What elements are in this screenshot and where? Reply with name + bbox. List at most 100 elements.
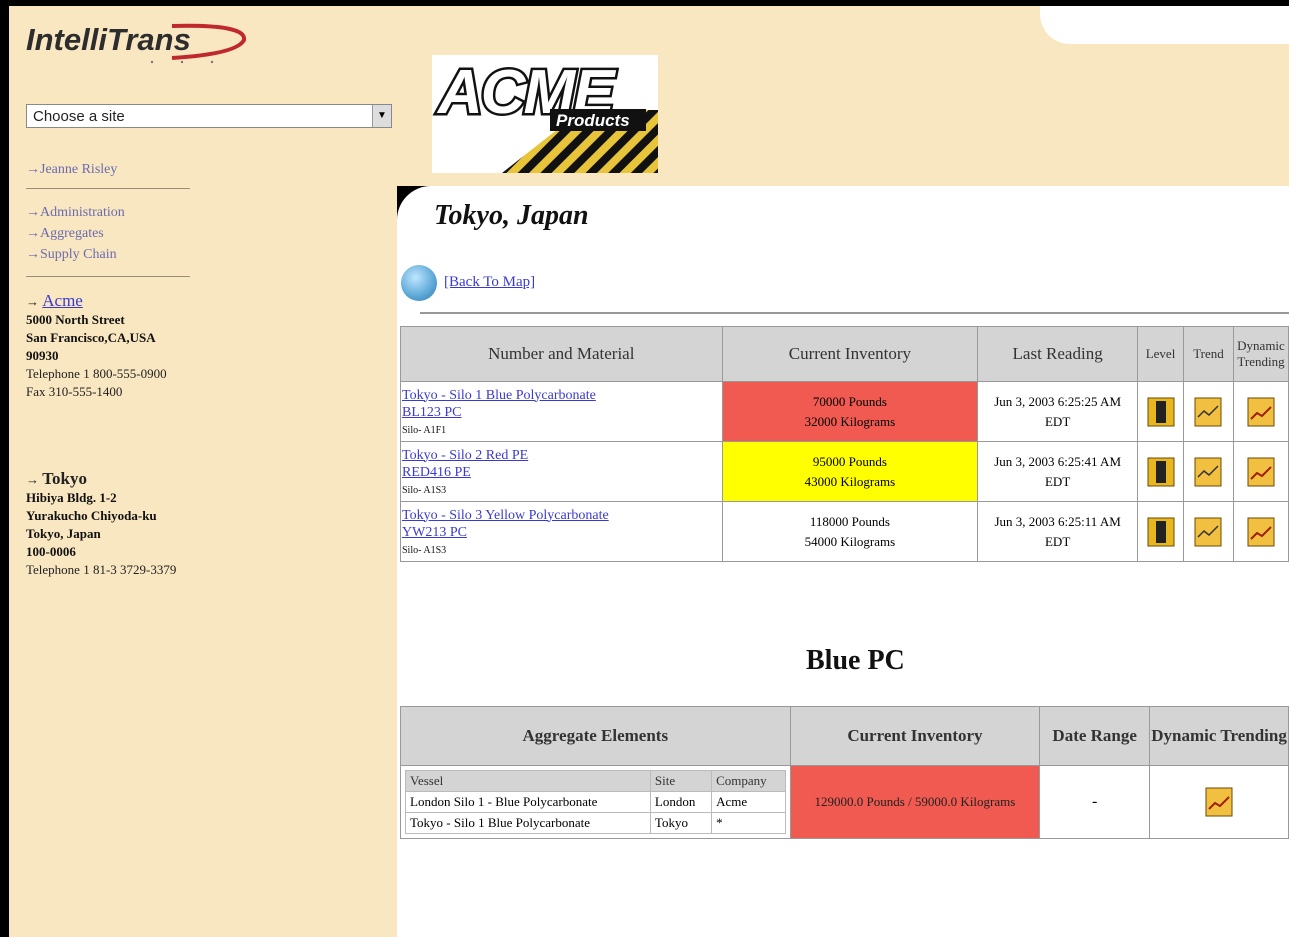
inventory-pounds: 95000 Pounds <box>812 453 887 469</box>
silo-code-link[interactable]: YW213 PC <box>402 524 721 541</box>
inventory-cell: 95000 Pounds 43000 Kilograms <box>721 441 979 502</box>
header-dynamic-trending: Dynamic Trending <box>1149 706 1289 766</box>
inventory-cell: 70000 Pounds 32000 Kilograms <box>721 381 979 442</box>
reading-time: Jun 3, 2003 6:25:11 AM <box>994 513 1121 529</box>
aggregate-title: Blue PC <box>806 645 905 676</box>
silo-code-link[interactable]: RED416 PE <box>402 464 721 481</box>
inventory-cell: 118000 Pounds 54000 Kilograms <box>721 501 979 562</box>
site-line1: Hibiya Bldg. 1-2 <box>26 490 117 505</box>
dynamic-trending-icon[interactable] <box>1247 517 1275 547</box>
reading-tz: EDT <box>1044 533 1071 549</box>
inventory-kg: 54000 Kilograms <box>804 533 896 549</box>
acme-logo: ACME Products <box>432 55 658 173</box>
level-icon[interactable] <box>1147 457 1175 487</box>
nav-user[interactable]: →Jeanne Risley <box>26 162 117 178</box>
trend-cell <box>1183 381 1234 442</box>
nav-administration-link[interactable]: Administration <box>40 205 125 220</box>
header-site: Site <box>649 770 713 792</box>
date-range-cell: - <box>1039 765 1151 839</box>
header-current-inventory: Current Inventory <box>789 706 1041 766</box>
trend-icon[interactable] <box>1194 397 1222 427</box>
trend-icon[interactable] <box>1194 457 1222 487</box>
table-row: Tokyo - Silo 2 Red PE RED416 PE Silo- A1… <box>400 441 1289 502</box>
nav-administration[interactable]: →Administration <box>26 205 125 221</box>
table-row: Tokyo - Silo 1 Blue Polycarbonate BL123 … <box>400 381 1289 442</box>
last-reading-cell: Jun 3, 2003 6:25:41 AM EDT <box>977 441 1139 502</box>
silo-id: Silo- A1S3 <box>402 484 447 496</box>
site-phone: Telephone 1 81-3 3729-3379 <box>26 562 177 577</box>
company-zip: 90930 <box>26 348 59 363</box>
silo-code-link[interactable]: BL123 PC <box>402 404 721 421</box>
silo-id: Silo- A1F1 <box>402 424 447 436</box>
nav-supply-chain-link[interactable]: Supply Chain <box>40 247 117 262</box>
company-cell: * <box>711 812 786 834</box>
silo-link[interactable]: Tokyo - Silo 3 Yellow Polycarbonate <box>402 507 721 524</box>
silo-table: Number and Material Current Inventory La… <box>400 326 1289 562</box>
reading-tz: EDT <box>1044 413 1071 429</box>
header-last-reading: Last Reading <box>977 326 1139 382</box>
level-icon[interactable] <box>1147 517 1175 547</box>
nav-aggregates[interactable]: →Aggregates <box>26 226 104 242</box>
intellitrans-logo: IntelliTrans <box>22 18 252 68</box>
silo-link[interactable]: Tokyo - Silo 2 Red PE <box>402 447 721 464</box>
company-street: 5000 North Street <box>26 312 125 327</box>
trend-icon[interactable] <box>1194 517 1222 547</box>
company-link[interactable]: Acme <box>42 291 83 310</box>
reading-tz: EDT <box>1044 473 1071 489</box>
level-cell <box>1137 441 1184 502</box>
elements-table: Vessel Site Company London Silo 1 - Blue… <box>405 770 786 834</box>
header-vessel: Vessel <box>405 770 651 792</box>
globe-icon[interactable] <box>401 265 437 301</box>
dynamic-trending-icon[interactable] <box>1247 457 1275 487</box>
site-line2: Yurakucho Chiyoda-ku <box>26 508 157 523</box>
site-line3: Tokyo, Japan <box>26 526 101 541</box>
company-cell: Acme <box>711 791 786 813</box>
silo-link[interactable]: Tokyo - Silo 1 Blue Polycarbonate <box>402 387 721 404</box>
silo-id: Silo- A1S3 <box>402 544 447 556</box>
company-address: → Acme 5000 North Street San Francisco,C… <box>26 292 186 401</box>
header-company: Company <box>711 770 786 792</box>
inventory-pounds: 70000 Pounds <box>812 393 887 409</box>
page-title: Tokyo, Japan <box>434 200 589 231</box>
acme-products-text: Products <box>556 111 630 130</box>
level-cell <box>1137 501 1184 562</box>
chevron-down-icon[interactable]: ▼ <box>372 105 391 127</box>
table-row: London Silo 1 - Blue Polycarbonate Londo… <box>405 791 786 813</box>
intellitrans-text: IntelliTrans <box>26 22 191 57</box>
material-cell: Tokyo - Silo 3 Yellow Polycarbonate YW21… <box>400 501 723 562</box>
back-to-map-link[interactable]: [Back To Map] <box>444 274 535 291</box>
aggregate-table: Aggregate Elements Current Inventory Dat… <box>400 706 1289 839</box>
reading-time: Jun 3, 2003 6:25:41 AM <box>994 453 1121 469</box>
table-row: Tokyo - Silo 1 Blue Polycarbonate Tokyo … <box>405 812 786 834</box>
site-select-value: Choose a site <box>33 108 125 125</box>
dynamic-cell <box>1232 501 1289 562</box>
reading-time: Jun 3, 2003 6:25:25 AM <box>994 393 1121 409</box>
header-aggregate-elements: Aggregate Elements <box>400 706 791 766</box>
dynamic-trending-icon[interactable] <box>1247 397 1275 427</box>
divider <box>26 276 190 277</box>
site-address: → Tokyo Hibiya Bldg. 1-2 Yurakucho Chiyo… <box>26 470 186 579</box>
vessel-cell: Tokyo - Silo 1 Blue Polycarbonate <box>405 812 651 834</box>
user-link[interactable]: Jeanne Risley <box>40 162 117 177</box>
aggregate-inventory-cell: 129000.0 Pounds / 59000.0 Kilograms <box>789 765 1041 839</box>
table-row: Tokyo - Silo 3 Yellow Polycarbonate YW21… <box>400 501 1289 562</box>
trend-cell <box>1183 441 1234 502</box>
level-icon[interactable] <box>1147 397 1175 427</box>
last-reading-cell: Jun 3, 2003 6:25:11 AM EDT <box>977 501 1139 562</box>
company-city: San Francisco,CA,USA <box>26 330 156 345</box>
dynamic-trending-icon[interactable] <box>1205 787 1233 817</box>
vessel-cell: London Silo 1 - Blue Polycarbonate <box>405 791 651 813</box>
header-dynamic-trending: Dynamic Trending <box>1232 326 1289 382</box>
material-cell: Tokyo - Silo 1 Blue Polycarbonate BL123 … <box>400 381 723 442</box>
dynamic-cell <box>1232 441 1289 502</box>
nav-supply-chain[interactable]: →Supply Chain <box>26 247 117 263</box>
trend-cell <box>1183 501 1234 562</box>
last-reading-cell: Jun 3, 2003 6:25:25 AM EDT <box>977 381 1139 442</box>
site-name: Tokyo <box>42 469 87 488</box>
company-fax: Fax 310-555-1400 <box>26 384 123 399</box>
inventory-kg: 32000 Kilograms <box>804 413 896 429</box>
nav-aggregates-link[interactable]: Aggregates <box>40 226 104 241</box>
inventory-pounds: 118000 Pounds <box>809 513 890 529</box>
site-zip: 100-0006 <box>26 544 76 559</box>
site-select[interactable]: Choose a site ▼ <box>26 104 392 128</box>
